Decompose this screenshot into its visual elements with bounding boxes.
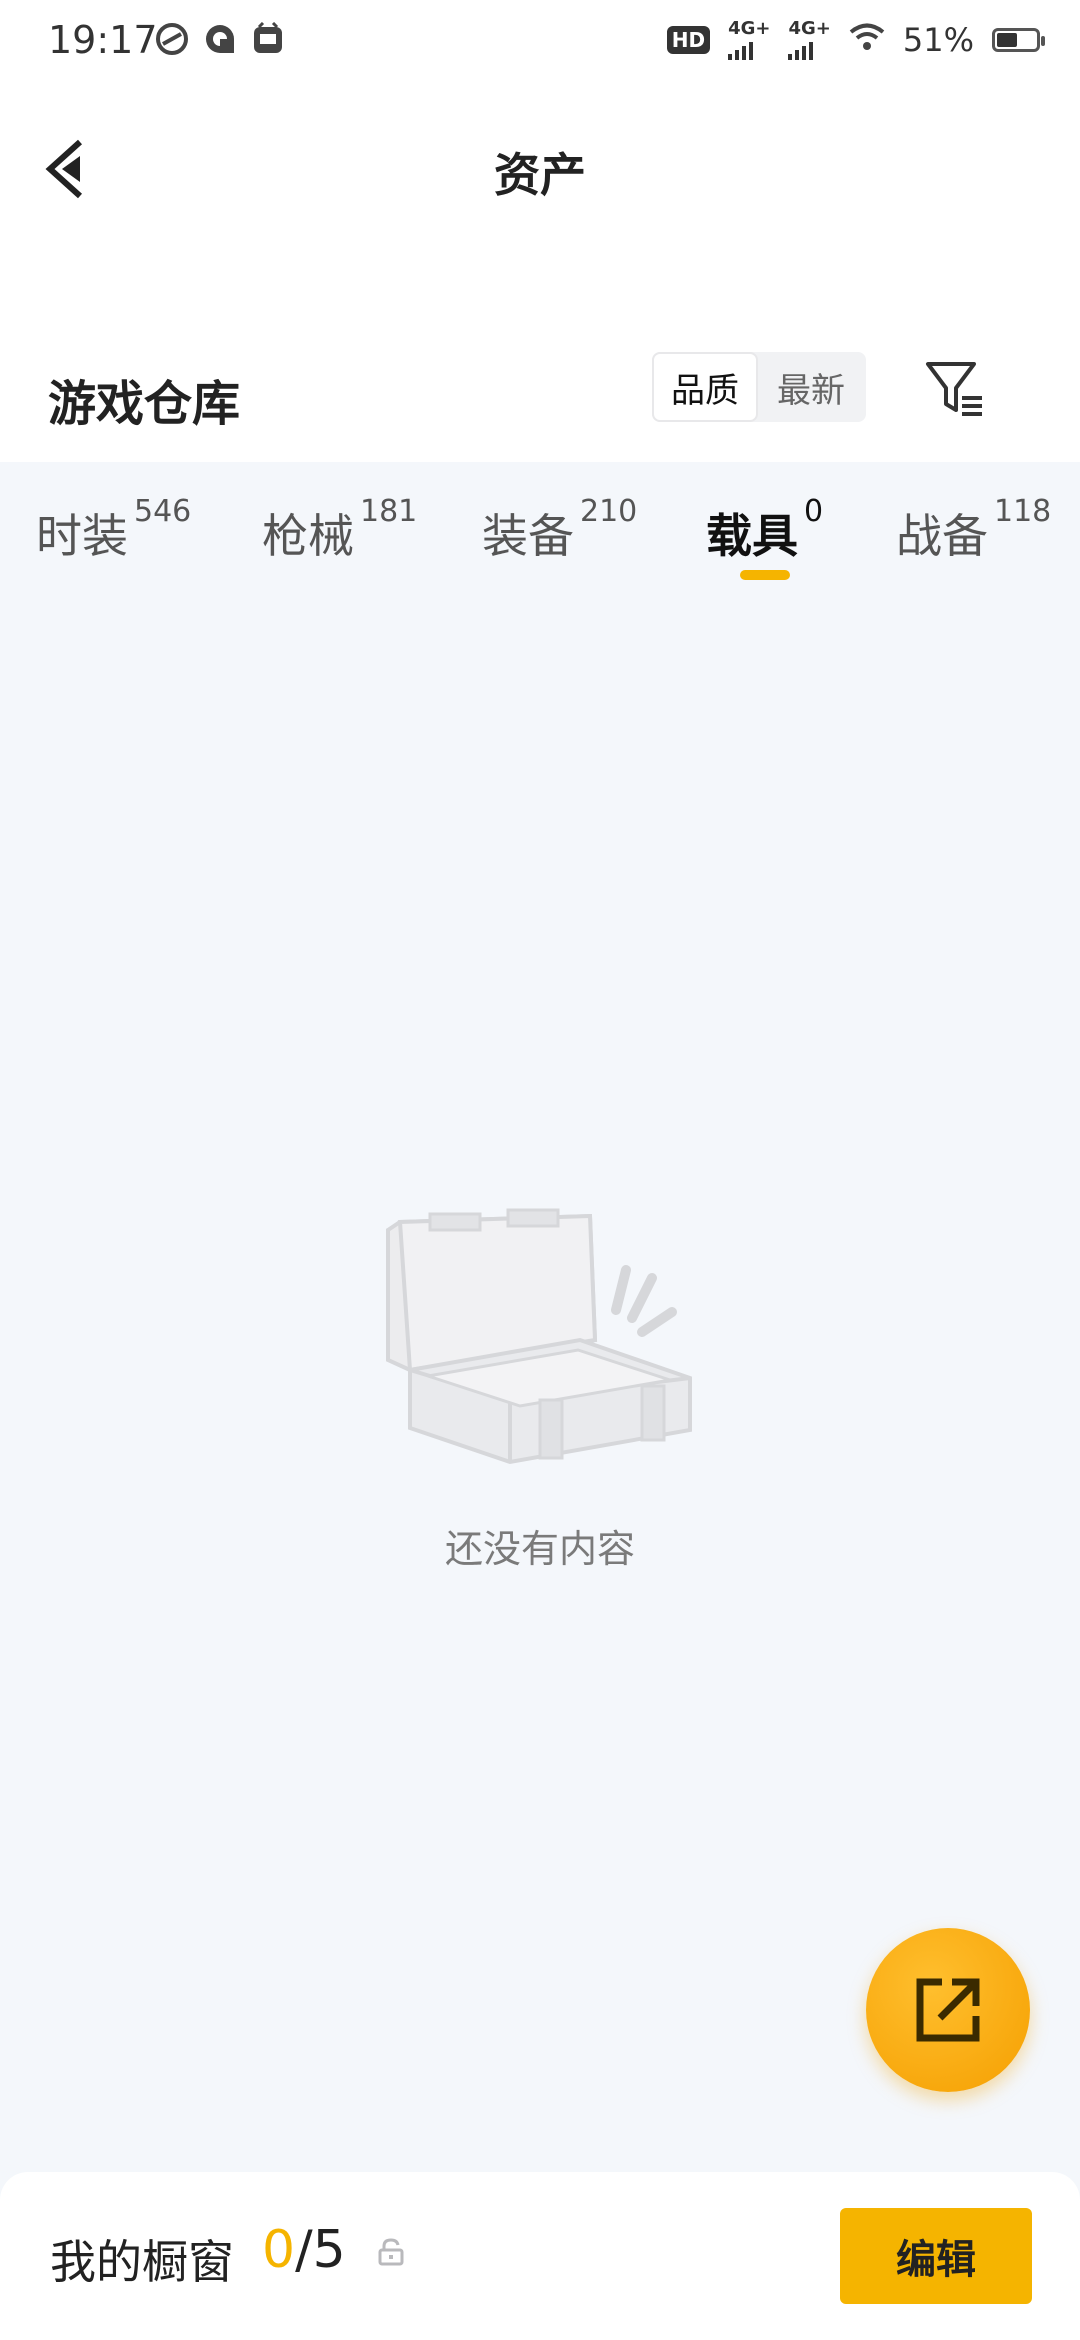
- sort-quality-button[interactable]: 品质: [652, 352, 758, 422]
- app-header: 资产: [0, 84, 1080, 334]
- tab-count: 210: [580, 494, 638, 529]
- tab-label: 载具: [706, 509, 798, 563]
- sort-latest-button[interactable]: 最新: [758, 352, 864, 422]
- tab-label: 时装: [36, 509, 128, 563]
- empty-crate-icon: [380, 1200, 710, 1500]
- tab-label: 装备: [482, 509, 574, 563]
- share-icon: [916, 1978, 980, 2042]
- battery-percent: 51%: [902, 21, 974, 59]
- status-time: 19:17: [48, 18, 158, 62]
- hd-voice-icon: HD: [666, 26, 711, 54]
- tab-fashion[interactable]: 时装 546: [36, 494, 191, 566]
- edit-button[interactable]: 编辑: [840, 2208, 1032, 2304]
- signal-bars-icon: [728, 38, 754, 60]
- page-title: 资产: [494, 148, 586, 202]
- tab-count: 181: [360, 494, 418, 529]
- showcase-current: 0: [262, 2220, 296, 2280]
- wifi-icon: [849, 21, 885, 59]
- status-indicators: HD 4G+ 4G+ 51%: [666, 20, 1045, 60]
- notification-icons: [155, 21, 285, 56]
- filter-button[interactable]: [924, 358, 986, 420]
- tab-weapons[interactable]: 枪械 181: [262, 494, 417, 566]
- showcase-separator: /: [295, 2220, 313, 2280]
- tab-equipment[interactable]: 装备 210: [482, 494, 637, 566]
- app-notification-icon: [203, 22, 237, 56]
- signal-2: 4G+: [788, 20, 831, 60]
- showcase-count: 0/5: [262, 2220, 346, 2280]
- tab-count: 118: [994, 494, 1052, 529]
- share-fab-button[interactable]: [866, 1928, 1030, 2092]
- tab-battle-gear[interactable]: 战备 118: [896, 494, 1051, 566]
- tab-vehicles[interactable]: 载具 0: [706, 494, 823, 566]
- app-notification-icon: [251, 21, 285, 56]
- showcase-label: 我的橱窗: [50, 2235, 234, 2289]
- status-bar: 19:17 HD 4G+ 4G+ 51%: [0, 0, 1080, 84]
- showcase-max: 5: [312, 2220, 346, 2280]
- tab-count: 0: [804, 494, 824, 529]
- empty-message: 还没有内容: [444, 1527, 635, 1571]
- section-title: 游戏仓库: [48, 376, 241, 432]
- tab-count: 546: [134, 494, 192, 529]
- filter-icon: [926, 362, 982, 416]
- tab-label: 战备: [896, 509, 988, 563]
- showcase-bar: 我的橱窗 0/5 编辑: [0, 2172, 1080, 2340]
- sort-toggle: 品质 最新: [652, 352, 866, 422]
- category-tabs: 时装 546 枪械 181 装备 210 载具 0 战备 118: [0, 462, 1080, 602]
- tab-label: 枪械: [262, 509, 354, 563]
- app-notification-icon: [155, 22, 189, 56]
- active-tab-indicator: [740, 570, 790, 580]
- lock-icon: [378, 2238, 404, 2266]
- warehouse-header: 游戏仓库 品质 最新: [0, 334, 1080, 462]
- battery-icon: [992, 28, 1045, 52]
- signal-bars-icon: [788, 38, 814, 60]
- signal-1: 4G+: [728, 20, 770, 60]
